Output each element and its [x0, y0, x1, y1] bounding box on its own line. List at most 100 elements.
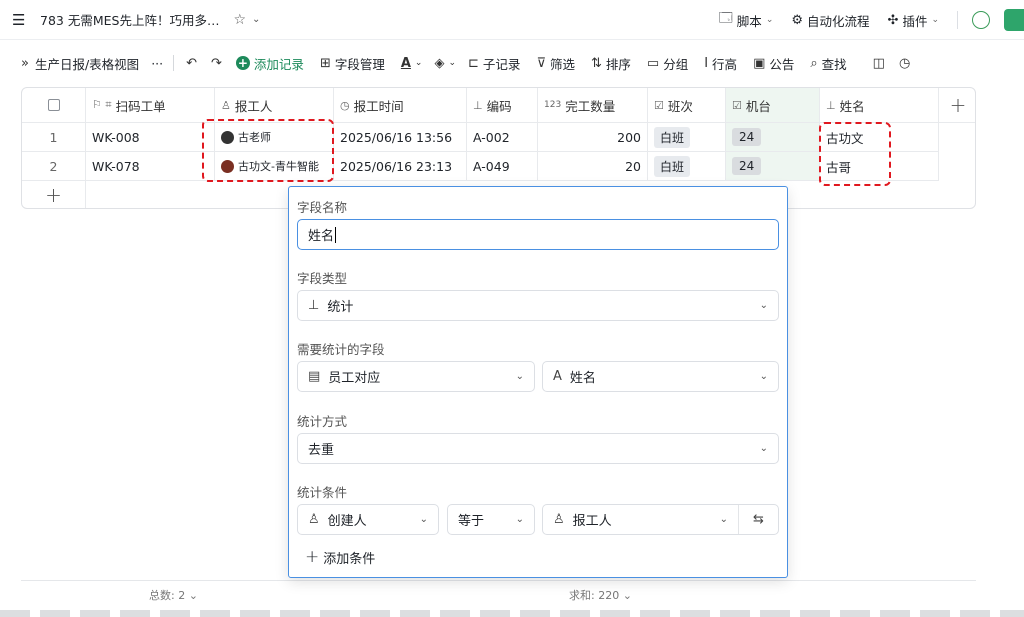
- plugin-button[interactable]: ✣ 插件 ⌄: [888, 11, 939, 30]
- stat-field-select[interactable]: A 姓名 ⌄: [542, 361, 779, 392]
- stat-method-select[interactable]: 去重 ⌄: [297, 433, 779, 464]
- field-type-value: 统计: [327, 300, 354, 315]
- shift-cell[interactable]: 白班: [648, 152, 726, 181]
- column-header-qty[interactable]: 123 完工数量: [538, 88, 648, 123]
- double-chevron-right-icon: »: [21, 55, 29, 71]
- condition-operator-select[interactable]: 等于 ⌄: [447, 504, 535, 535]
- history-button[interactable]: ◷: [899, 56, 910, 71]
- machine-cell[interactable]: 24: [726, 123, 820, 152]
- shift-cell[interactable]: 白班: [648, 123, 726, 152]
- column-header-name[interactable]: ⊥ 姓名: [820, 88, 939, 123]
- star-icon[interactable]: ☆: [233, 12, 246, 28]
- condition-right-select[interactable]: ♙ 报工人 ⌄ ⇆: [542, 504, 779, 535]
- column-header-shift[interactable]: ☑ 班次: [648, 88, 726, 123]
- add-column-button[interactable]: +: [939, 88, 975, 123]
- automation-button[interactable]: ⚙ 自动化流程: [791, 11, 869, 30]
- add-row-button[interactable]: +: [22, 181, 86, 208]
- stats-icon: ⊥: [473, 98, 483, 112]
- sort-label: 排序: [605, 56, 631, 72]
- search-icon: ⌕: [810, 55, 818, 71]
- chevron-down-icon: ⌄: [419, 514, 428, 525]
- sort-icon: ⇅: [590, 55, 602, 71]
- user-add-icon: ♙: [308, 512, 320, 527]
- group-button[interactable]: ▭ 分组: [647, 54, 688, 73]
- hamburger-menu-icon[interactable]: ☰: [12, 11, 26, 29]
- column-header-label: 完工数量: [565, 98, 616, 114]
- code-cell[interactable]: A-049: [467, 152, 538, 181]
- sort-button[interactable]: ⇅ 排序: [591, 54, 631, 73]
- filter-button[interactable]: ⊽ 筛选: [536, 54, 575, 73]
- condition-right-value: 报工人: [572, 514, 612, 529]
- redo-button[interactable]: ↷: [211, 56, 222, 71]
- layout-button[interactable]: ◫: [873, 56, 885, 71]
- plus-circle-icon: +: [235, 56, 250, 70]
- column-header-report-time[interactable]: ◷ 报工时间: [334, 88, 467, 123]
- text-color-button[interactable]: A ⌄: [401, 56, 423, 71]
- sub-record-label: 子记录: [482, 56, 521, 72]
- app-badge-icon[interactable]: [1004, 9, 1024, 31]
- order-cell[interactable]: WK-008: [86, 123, 215, 152]
- qty-cell[interactable]: 200: [538, 123, 648, 152]
- machine-tag: 24: [732, 128, 762, 146]
- stat-method-value: 去重: [308, 443, 335, 458]
- condition-operator-value: 等于: [458, 514, 485, 529]
- text-color-icon: A: [400, 55, 411, 71]
- sum-summary[interactable]: 求和: 220 ⌄: [569, 587, 632, 603]
- column-header-label: 姓名: [839, 98, 865, 114]
- notice-button[interactable]: ▣ 公告: [753, 54, 794, 73]
- view-name[interactable]: 生产日报/表格视图: [35, 54, 139, 73]
- field-manage-button[interactable]: ⊞ 字段管理: [320, 54, 385, 73]
- undo-button[interactable]: ↶: [186, 56, 197, 71]
- row-height-icon: Ⅰ: [704, 55, 709, 71]
- field-name-value: 姓名: [308, 229, 335, 244]
- add-record-button[interactable]: + 添加记录: [235, 54, 304, 73]
- chevron-down-icon: ⌄: [931, 15, 939, 25]
- chevron-down-icon: ⌄: [759, 443, 768, 454]
- select-all-cell[interactable]: [22, 88, 86, 123]
- sub-record-button[interactable]: ⊏ 子记录: [468, 54, 520, 73]
- field-type-select[interactable]: ⊥ 统计 ⌄: [297, 290, 779, 321]
- column-header-label: 机台: [745, 98, 771, 114]
- machine-tag: 24: [732, 157, 762, 175]
- collapse-sidebar-button[interactable]: »: [21, 56, 29, 71]
- chevron-down-icon[interactable]: ⌄: [252, 14, 260, 25]
- stats-icon: ⊥: [308, 298, 320, 313]
- name-cell[interactable]: 古哥: [820, 152, 939, 181]
- divider: [957, 11, 958, 29]
- row-height-button[interactable]: Ⅰ 行高: [704, 54, 737, 73]
- stat-table-select[interactable]: ▤ 员工对应 ⌄: [297, 361, 535, 392]
- reporter-cell[interactable]: 古老师: [215, 123, 334, 152]
- select-all-checkbox[interactable]: [47, 99, 60, 111]
- machine-cell[interactable]: 24: [726, 152, 820, 181]
- shift-tag: 白班: [654, 155, 691, 177]
- doc-title[interactable]: 783 无需MES先上阵！巧用多…: [40, 10, 219, 29]
- sync-status-icon[interactable]: [972, 11, 990, 29]
- qty-cell[interactable]: 20: [538, 152, 648, 181]
- field-name-input[interactable]: 姓名: [297, 219, 779, 250]
- column-header-scan-order[interactable]: ⚐ ⌗ 扫码工单: [86, 88, 215, 123]
- column-header-code[interactable]: ⊥ 编码: [467, 88, 538, 123]
- more-button[interactable]: ···: [151, 56, 163, 71]
- search-button[interactable]: ⌕ 查找: [810, 54, 846, 73]
- row-count[interactable]: 总数: 2 ⌄: [149, 587, 198, 603]
- filter-icon: ⊽: [536, 55, 546, 71]
- table-row[interactable]: 2 WK-078 古功文-青牛智能 2025/06/16 23:13 A-049…: [22, 152, 975, 181]
- swap-icon[interactable]: ⇆: [738, 505, 778, 534]
- script-button[interactable]: 🗔 脚本 ⌄: [719, 9, 774, 31]
- time-cell[interactable]: 2025/06/16 23:13: [334, 152, 467, 181]
- condition-left-select[interactable]: ♙ 创建人 ⌄: [297, 504, 439, 535]
- add-condition-button[interactable]: + 添加条件: [305, 547, 375, 567]
- field-name-label: 字段名称: [297, 200, 348, 215]
- row-number: 1: [22, 123, 86, 152]
- order-cell[interactable]: WK-078: [86, 152, 215, 181]
- code-cell[interactable]: A-002: [467, 123, 538, 152]
- name-cell[interactable]: 古功文: [820, 123, 939, 152]
- number-icon: 123: [544, 100, 562, 110]
- reporter-cell[interactable]: 古功文-青牛智能: [215, 152, 334, 181]
- column-header-machine[interactable]: ☑ 机台: [726, 88, 820, 123]
- condition-left-value: 创建人: [327, 514, 367, 529]
- time-cell[interactable]: 2025/06/16 13:56: [334, 123, 467, 152]
- fill-color-button[interactable]: ◈ ⌄: [434, 56, 456, 71]
- column-header-reporter[interactable]: ♙ 报工人: [215, 88, 334, 123]
- table-row[interactable]: 1 WK-008 古老师 2025/06/16 13:56 A-002 200 …: [22, 123, 975, 152]
